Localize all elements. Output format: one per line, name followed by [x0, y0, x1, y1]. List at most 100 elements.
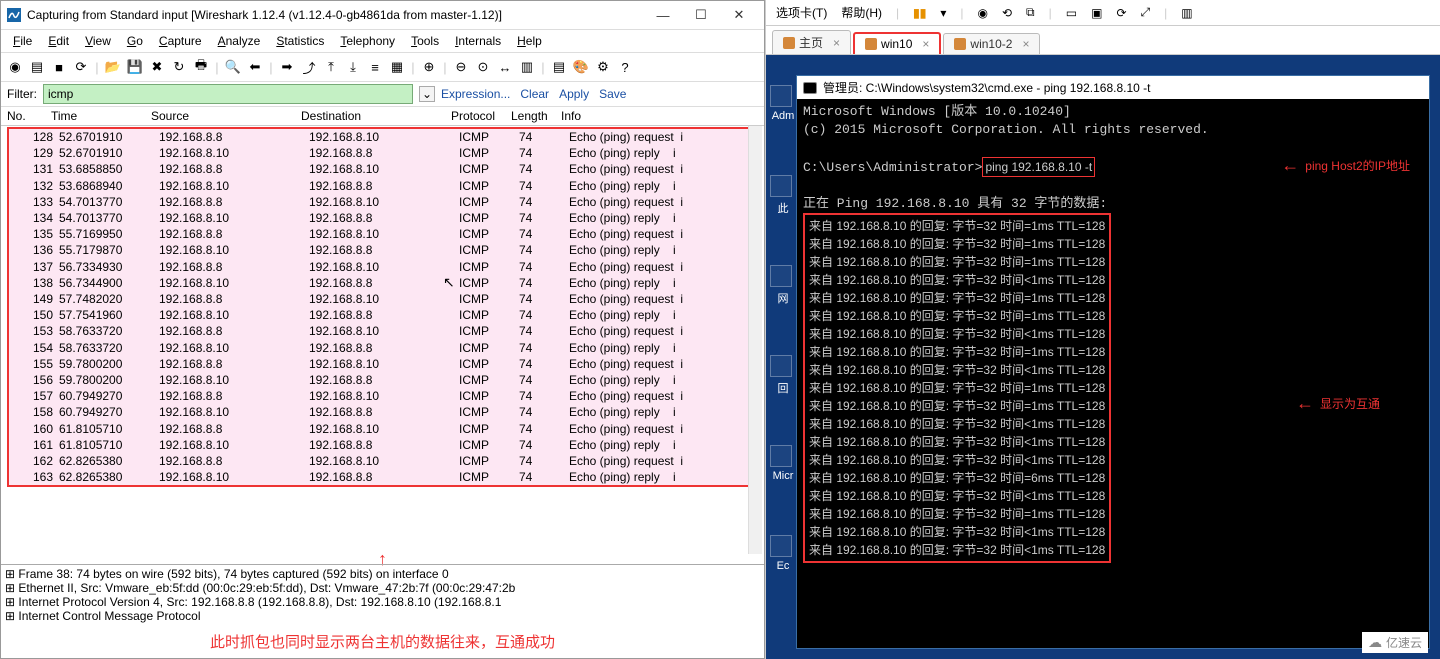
filter-link-apply[interactable]: Apply [559, 87, 589, 101]
fit-icon[interactable]: ⤢ [1137, 3, 1155, 22]
capture-filter-icon[interactable]: ▥ [517, 57, 537, 77]
tab-close-icon[interactable]: × [1022, 37, 1029, 51]
help-menu[interactable]: 帮助(H) [837, 2, 886, 23]
packet-row[interactable]: 12952.6701910192.168.8.10192.168.8.8ICMP… [9, 145, 750, 161]
save-icon[interactable]: 💾 [125, 57, 145, 77]
resize-icon[interactable]: ↔ [495, 57, 515, 77]
tree-line[interactable]: ⊞ Internet Control Message Protocol [5, 609, 760, 623]
tree-line[interactable]: ⊞ Ethernet II, Src: Vmware_eb:5f:dd (00:… [5, 581, 760, 595]
tab-close-icon[interactable]: × [922, 37, 929, 51]
packet-row[interactable]: 16262.8265380192.168.8.8192.168.8.10ICMP… [9, 453, 750, 469]
prefs-icon[interactable]: ⚙ [593, 57, 613, 77]
revert-icon[interactable]: ⟲ [998, 4, 1016, 22]
menu-edit[interactable]: Edit [42, 32, 75, 50]
console-icon[interactable]: ▥ [1177, 4, 1196, 22]
desktop-icon[interactable]: 回 [770, 355, 792, 377]
zoom-in-icon[interactable]: ⊕ [419, 57, 439, 77]
unity-icon[interactable]: ▣ [1087, 4, 1106, 22]
colorize-icon[interactable]: ▦ [387, 57, 407, 77]
packet-row[interactable]: 15659.7800200192.168.8.10192.168.8.8ICMP… [9, 372, 750, 388]
filter-link-save[interactable]: Save [599, 87, 626, 101]
top-icon[interactable]: ⤒ [321, 57, 341, 77]
cycle-icon[interactable]: ⟳ [1112, 4, 1130, 22]
packet-row[interactable]: 16362.8265380192.168.8.10192.168.8.8ICMP… [9, 469, 750, 485]
restart-icon[interactable]: ↻ [169, 57, 189, 77]
list-icon[interactable]: ▤ [27, 57, 47, 77]
menu-view[interactable]: View [79, 32, 117, 50]
col-info[interactable]: Info [561, 109, 764, 123]
col-time[interactable]: Time [51, 109, 151, 123]
zoom-out-icon[interactable]: ⊖ [451, 57, 471, 77]
packet-row[interactable]: 13153.6858850192.168.8.8192.168.8.10ICMP… [9, 161, 750, 177]
menu-file[interactable]: File [7, 32, 38, 50]
packet-row[interactable]: 13756.7334930192.168.8.8192.168.8.10ICMP… [9, 259, 750, 275]
desktop-icon[interactable]: 此 [770, 175, 792, 197]
menu-go[interactable]: Go [121, 32, 149, 50]
scrollbar[interactable] [748, 126, 762, 554]
packet-row[interactable]: 13655.7179870192.168.8.10192.168.8.8ICMP… [9, 242, 750, 258]
filter-dropdown-icon[interactable]: ⌄ [419, 86, 435, 102]
menu-internals[interactable]: Internals [449, 32, 507, 50]
menu-help[interactable]: Help [511, 32, 548, 50]
desktop-icon[interactable]: Ec [770, 535, 792, 557]
reload-icon[interactable]: ⟳ [71, 57, 91, 77]
fullscreen-icon[interactable]: ▭ [1062, 4, 1081, 22]
packet-row[interactable]: 16061.8105710192.168.8.8192.168.8.10ICMP… [9, 421, 750, 437]
minimize-button[interactable]: — [644, 5, 682, 25]
tab-close-icon[interactable]: × [833, 36, 840, 50]
snapshot-icon[interactable]: ◉ [974, 4, 992, 22]
desktop-icon[interactable]: Micr [770, 445, 792, 467]
packet-row[interactable]: 15760.7949270192.168.8.8192.168.8.10ICMP… [9, 388, 750, 404]
open-icon[interactable]: 📂 [103, 57, 123, 77]
packet-row[interactable]: 14957.7482020192.168.8.8192.168.8.10ICMP… [9, 291, 750, 307]
vm-guest-desktop[interactable]: 管理员: C:\Windows\system32\cmd.exe - ping … [766, 55, 1440, 659]
print-icon[interactable]: 🖶 [191, 57, 211, 77]
back-icon[interactable]: ⬅ [245, 57, 265, 77]
filter-link-clear[interactable]: Clear [520, 87, 549, 101]
stop-icon[interactable]: ■ [49, 57, 69, 77]
packet-list-header[interactable]: No. Time Source Destination Protocol Len… [1, 107, 764, 126]
cmd-titlebar[interactable]: 管理员: C:\Windows\system32\cmd.exe - ping … [797, 76, 1429, 99]
color-rules-icon[interactable]: 🎨 [571, 57, 591, 77]
find-icon[interactable]: 🔍 [223, 57, 243, 77]
tree-line[interactable]: ⊞ Internet Protocol Version 4, Src: 192.… [5, 595, 760, 609]
filter-link-expression[interactable]: Expression... [441, 87, 510, 101]
zoom-fit-icon[interactable]: ⊙ [473, 57, 493, 77]
display-filter-icon[interactable]: ▤ [549, 57, 569, 77]
tab-主页[interactable]: 主页× [772, 30, 851, 54]
desktop-icon[interactable]: Adm [770, 85, 792, 107]
pause-icon[interactable]: ▮▮ [909, 4, 930, 22]
menu-analyze[interactable]: Analyze [212, 32, 267, 50]
packet-list[interactable]: 12852.6701910192.168.8.8192.168.8.10ICMP… [1, 126, 764, 554]
menu-statistics[interactable]: Statistics [270, 32, 330, 50]
maximize-button[interactable]: ☐ [682, 5, 720, 25]
packet-row[interactable]: 15358.7633720192.168.8.8192.168.8.10ICMP… [9, 323, 750, 339]
jump-icon[interactable]: ⤴ [299, 57, 319, 77]
record-icon[interactable]: ◉ [5, 57, 25, 77]
col-no[interactable]: No. [1, 109, 51, 123]
menu-telephony[interactable]: Telephony [334, 32, 401, 50]
packet-row[interactable]: 15860.7949270192.168.8.10192.168.8.8ICMP… [9, 404, 750, 420]
close-icon[interactable]: ✖ [147, 57, 167, 77]
filter-input[interactable]: icmp [43, 84, 413, 104]
packet-row[interactable]: 13354.7013770192.168.8.8192.168.8.10ICMP… [9, 194, 750, 210]
wireshark-titlebar[interactable]: Capturing from Standard input [Wireshark… [1, 1, 764, 30]
manage-icon[interactable]: ⧉ [1022, 3, 1039, 22]
tab-win10-2[interactable]: win10-2× [943, 33, 1040, 54]
col-destination[interactable]: Destination [301, 109, 451, 123]
packet-row[interactable]: 13253.6868940192.168.8.10192.168.8.8ICMP… [9, 178, 750, 194]
packet-row[interactable]: 15559.7800200192.168.8.8192.168.8.10ICMP… [9, 356, 750, 372]
packet-row[interactable]: 13555.7169950192.168.8.8192.168.8.10ICMP… [9, 226, 750, 242]
packet-row[interactable]: 13856.7344900192.168.8.10192.168.8.8ICMP… [9, 275, 750, 291]
menu-tools[interactable]: Tools [405, 32, 445, 50]
tabs-menu[interactable]: 选项卡(T) [772, 2, 831, 23]
packet-details-pane[interactable]: ⊞ Frame 38: 74 bytes on wire (592 bits),… [1, 564, 764, 625]
packet-row[interactable]: 12852.6701910192.168.8.8192.168.8.10ICMP… [9, 129, 750, 145]
menu-capture[interactable]: Capture [153, 32, 208, 50]
forward-icon[interactable]: ➡ [277, 57, 297, 77]
tree-line[interactable]: ⊞ Frame 38: 74 bytes on wire (592 bits),… [5, 567, 760, 581]
packet-row[interactable]: 15458.7633720192.168.8.10192.168.8.8ICMP… [9, 340, 750, 356]
col-source[interactable]: Source [151, 109, 301, 123]
autoscroll-icon[interactable]: ≡ [365, 57, 385, 77]
help-icon[interactable]: ? [615, 57, 635, 77]
